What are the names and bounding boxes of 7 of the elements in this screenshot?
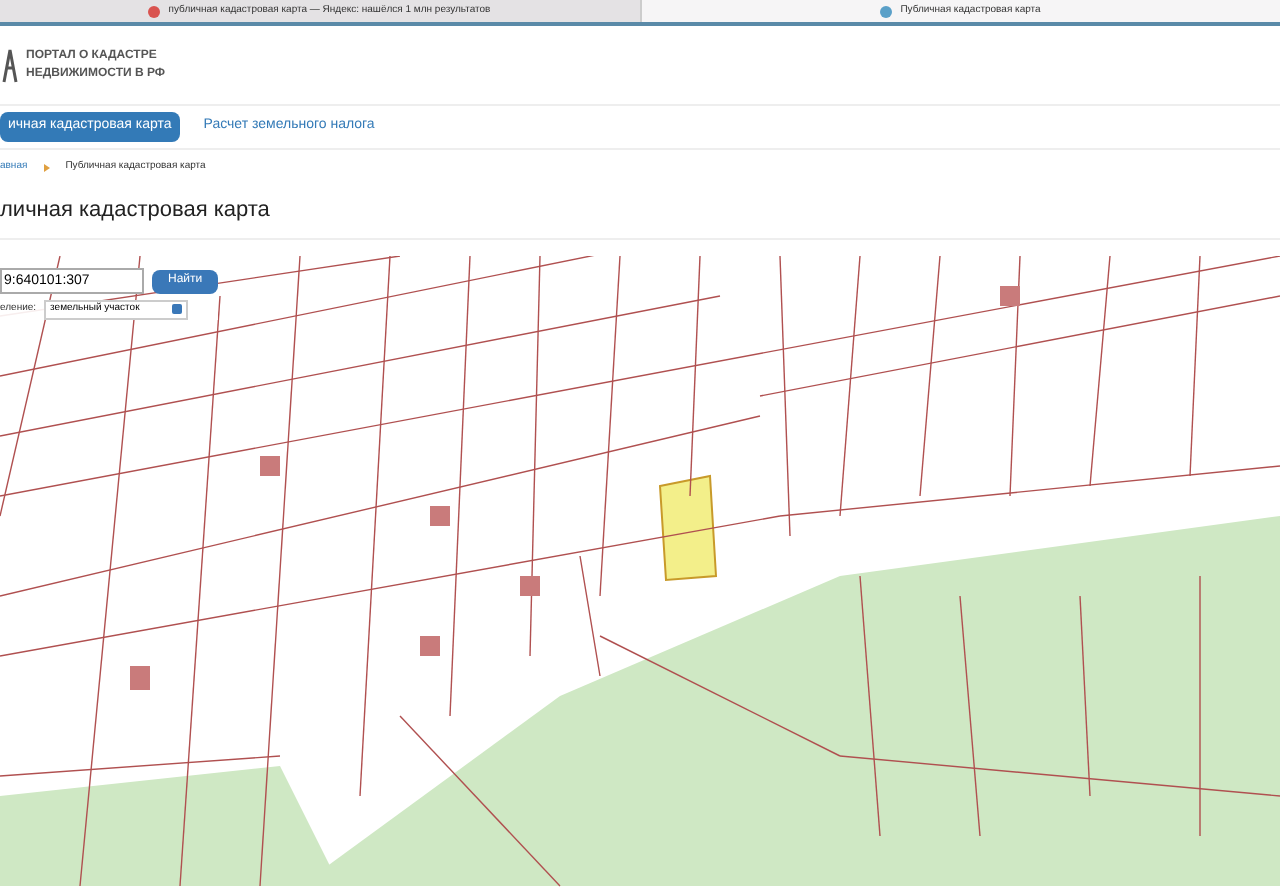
favicon-icon <box>148 5 161 17</box>
logo-icon <box>2 47 18 83</box>
dropdown-icon <box>172 304 183 315</box>
cadastral-map-drawing[interactable] <box>0 256 1280 890</box>
favicon-icon <box>880 5 893 17</box>
page-title: личная кадастровая карта <box>0 196 270 227</box>
chevron-icon <box>43 163 50 171</box>
